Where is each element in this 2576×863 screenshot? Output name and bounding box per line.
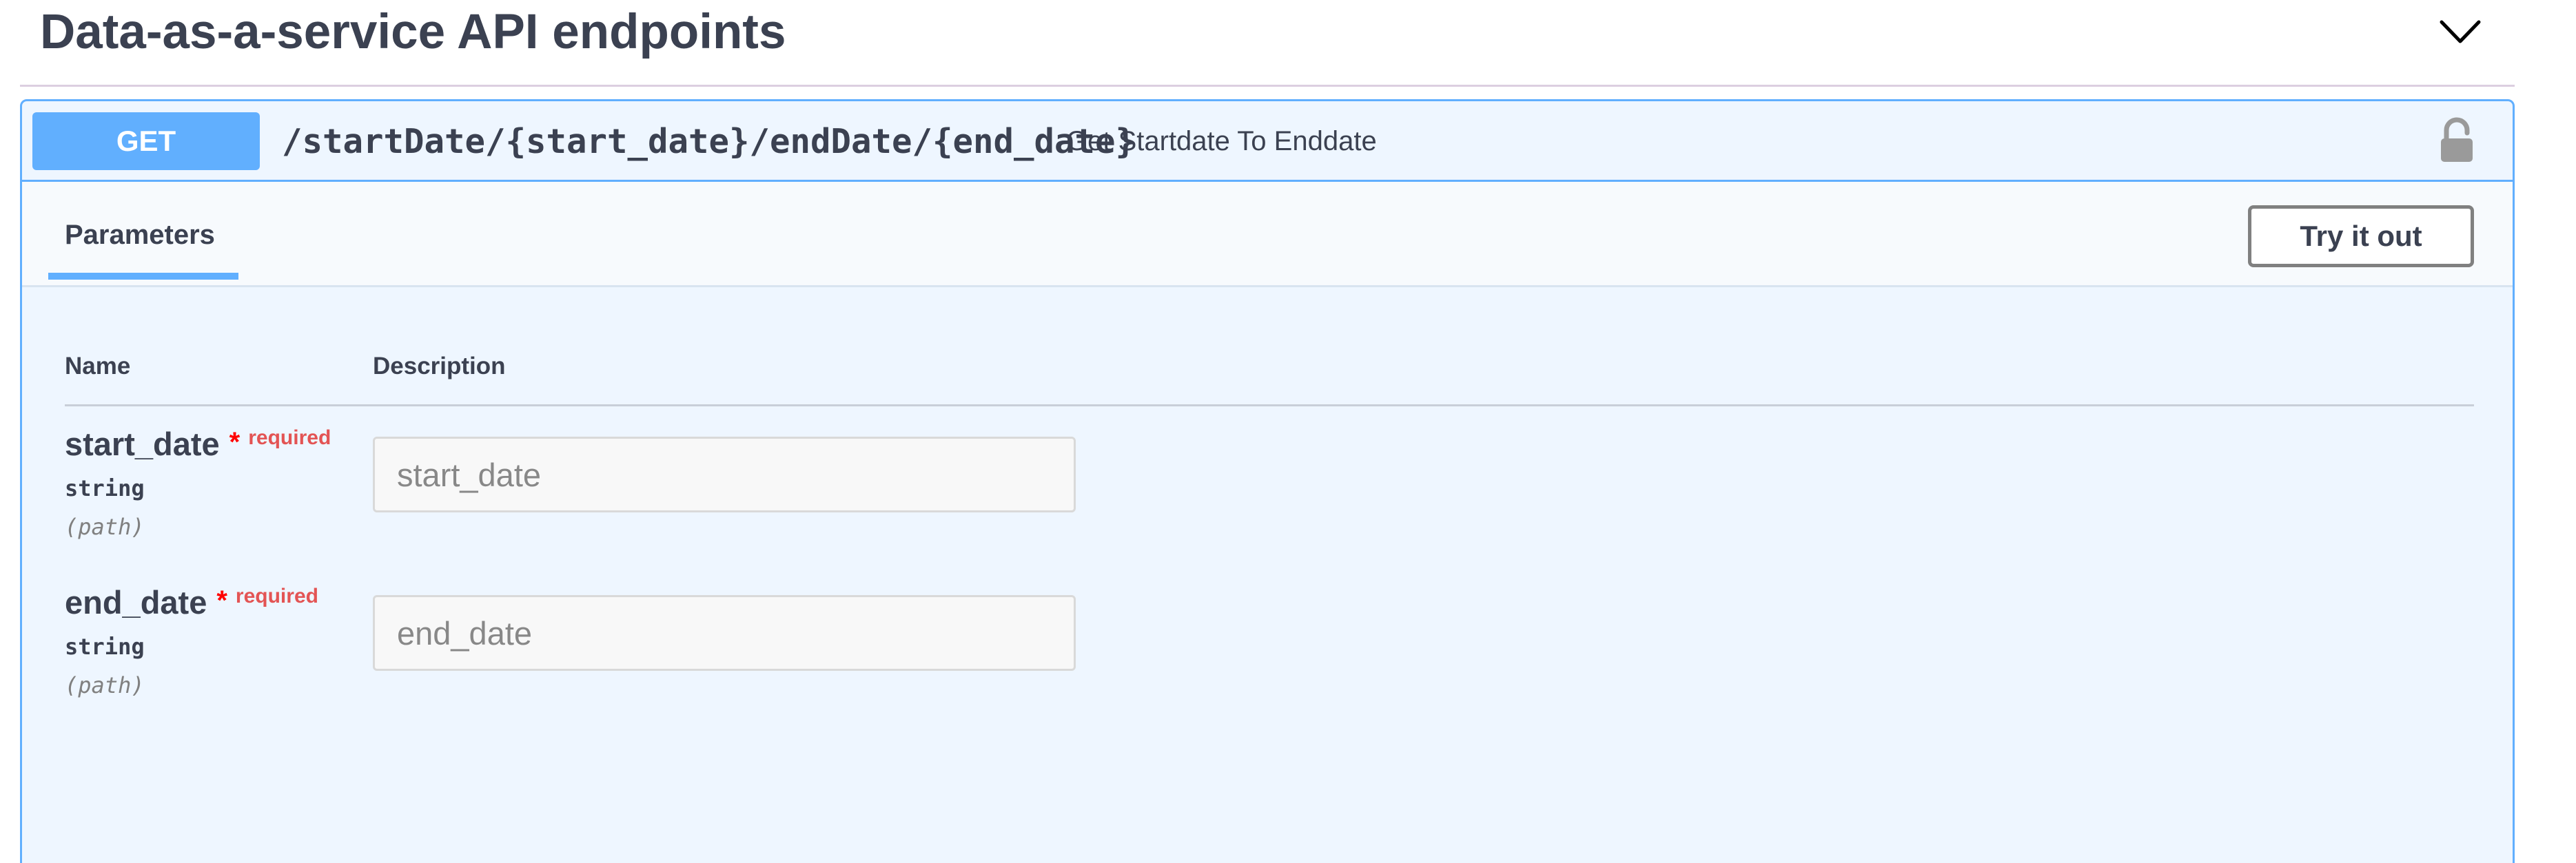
tag-section-header[interactable]: Data-as-a-service API endpoints <box>20 0 2515 87</box>
unlocked-icon[interactable] <box>2437 116 2477 165</box>
required-label: required <box>248 426 331 449</box>
swagger-page: Data-as-a-service API endpoints GET /sta… <box>0 0 2576 863</box>
required-star: * <box>216 585 227 616</box>
column-header-description: Description <box>373 353 506 379</box>
param-row-end-date: end_date * required string (path) <box>65 583 318 698</box>
column-header-name: Name <box>65 353 131 379</box>
tab-parameters[interactable]: Parameters <box>65 220 215 251</box>
param-location: (path) <box>65 672 145 698</box>
tab-active-indicator <box>48 273 238 280</box>
operation-path[interactable]: /startDate/{start_date}/endDate/{end_dat… <box>282 122 1136 161</box>
param-location: (path) <box>65 514 145 540</box>
param-name-text: start_date <box>65 426 220 462</box>
operation-description: Get Startdate To Enddate <box>1066 126 1377 156</box>
try-it-out-button[interactable]: Try it out <box>2248 205 2474 267</box>
operation-block: GET /startDate/{start_date}/endDate/{end… <box>20 99 2515 863</box>
table-divider <box>65 404 2474 406</box>
param-type: string <box>65 475 145 501</box>
param-type: string <box>65 634 145 660</box>
parameters-section-header: Parameters Try it out <box>22 182 2513 287</box>
param-name-text: end_date <box>65 584 207 621</box>
end-date-input[interactable] <box>373 595 1076 671</box>
start-date-input[interactable] <box>373 437 1076 512</box>
required-star: * <box>229 427 241 457</box>
operation-summary[interactable]: GET /startDate/{start_date}/endDate/{end… <box>22 101 2513 182</box>
required-label: required <box>235 585 318 607</box>
chevron-down-icon[interactable] <box>2439 17 2482 47</box>
method-badge[interactable]: GET <box>32 112 260 170</box>
param-name: start_date * required <box>65 425 331 463</box>
tag-title: Data-as-a-service API endpoints <box>40 5 786 59</box>
param-row-start-date: start_date * required string (path) <box>65 425 331 540</box>
param-name: end_date * required <box>65 583 318 621</box>
